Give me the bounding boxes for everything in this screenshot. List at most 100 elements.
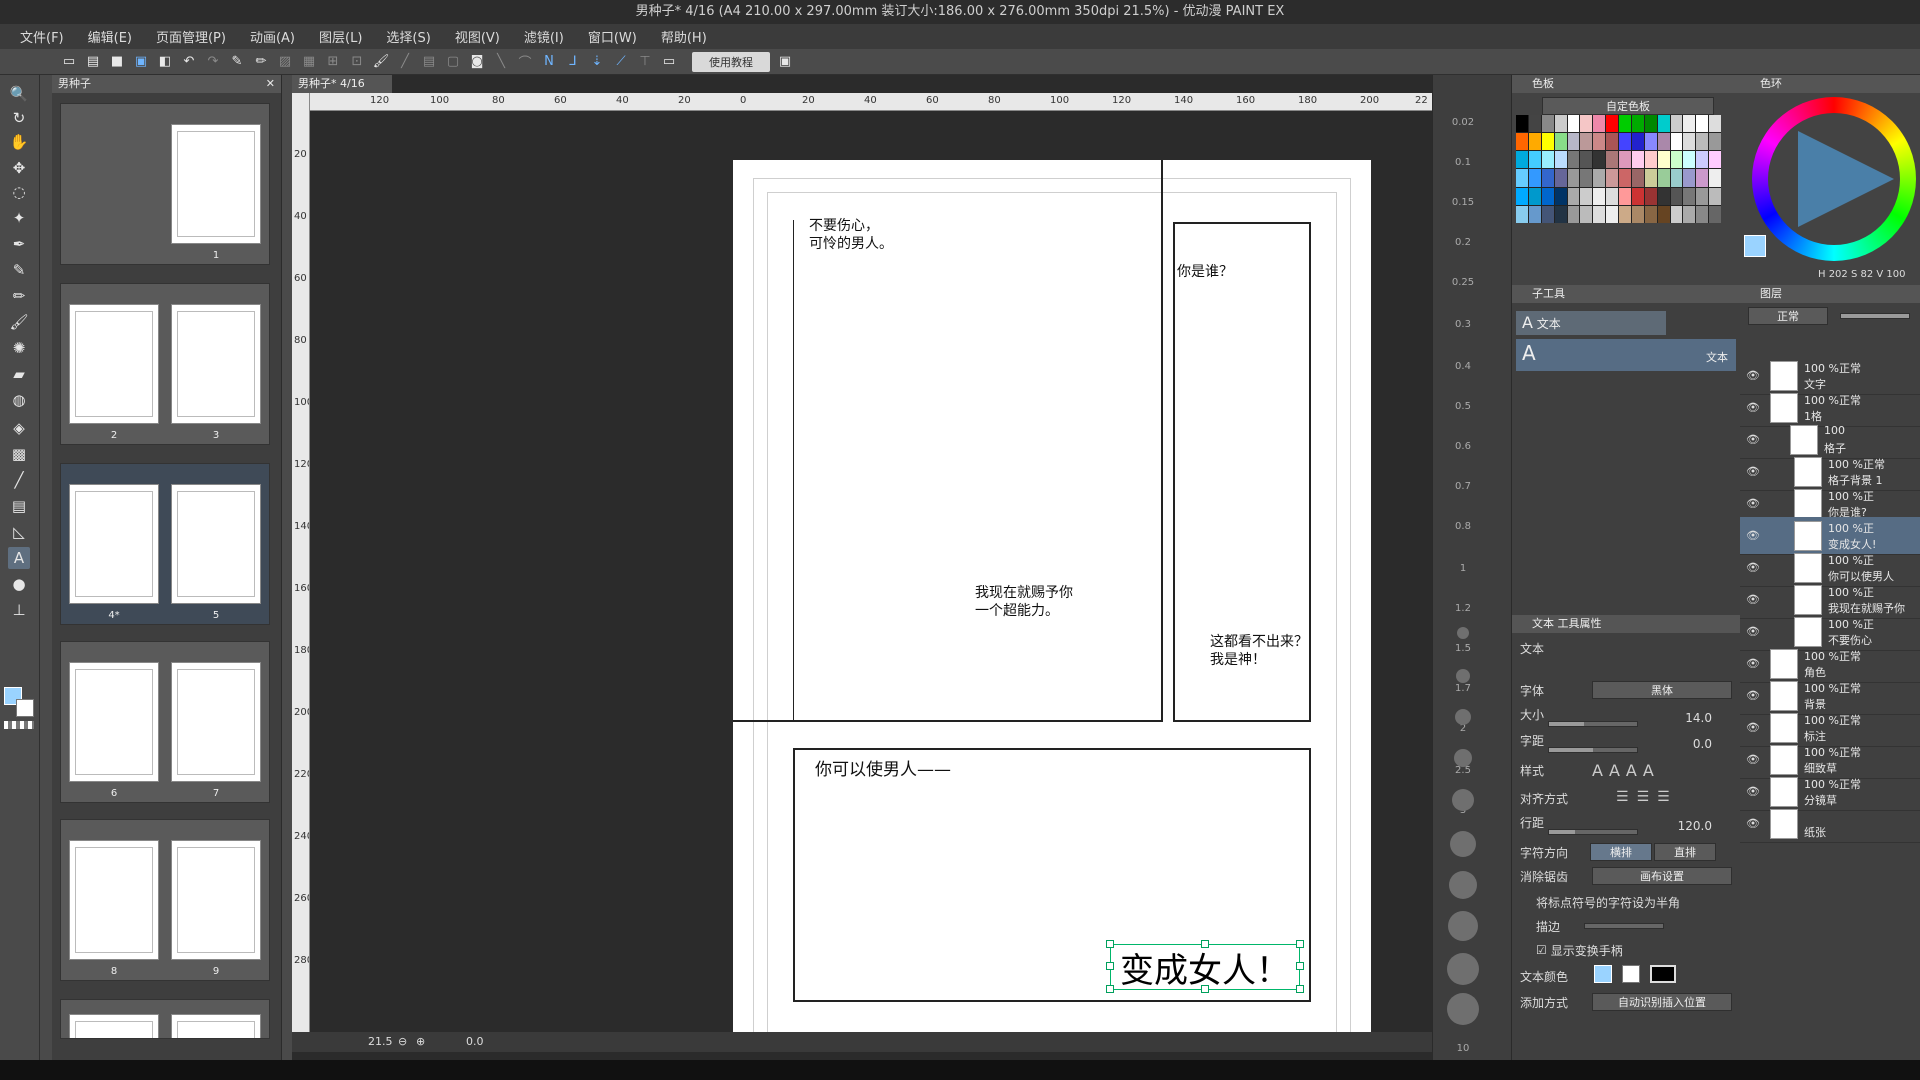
color-swatch[interactable]	[1528, 151, 1541, 169]
symmetry-icon[interactable]: ⊤	[636, 53, 654, 71]
menu-help[interactable]: 帮助(H)	[649, 27, 719, 46]
color-swatch[interactable]	[1567, 151, 1580, 169]
zoom-in-icon[interactable]: ⊕	[416, 1032, 425, 1052]
antialias-select[interactable]: 画布设置	[1592, 867, 1732, 885]
page-spread-4[interactable]: 6 7	[60, 641, 270, 803]
transform-handle[interactable]	[1296, 940, 1304, 948]
hue-ring[interactable]	[1752, 97, 1916, 261]
page-thumbnail[interactable]	[69, 1014, 159, 1038]
strike-icon[interactable]: A	[1643, 761, 1654, 780]
menu-window[interactable]: 窗口(W)	[576, 27, 649, 46]
color-swatch[interactable]	[1516, 187, 1528, 205]
brush-size-option[interactable]: 0.6	[1433, 441, 1493, 452]
menu-layer[interactable]: 图层(L)	[307, 27, 374, 46]
brush-tool-icon[interactable]: 🖌	[8, 311, 30, 333]
transform-handle[interactable]	[1296, 985, 1304, 993]
ruler-icon[interactable]: ╱	[396, 53, 414, 71]
snap-ruler-icon[interactable]: N	[540, 53, 558, 71]
color-swatch[interactable]	[1516, 115, 1528, 133]
color-swatch[interactable]	[1541, 205, 1554, 223]
visibility-eye-icon[interactable]: 👁	[1746, 689, 1760, 703]
transform-handle[interactable]	[1201, 985, 1209, 993]
correction-tool-icon[interactable]: ⊥	[8, 599, 30, 621]
perspective-icon[interactable]: ⟋	[612, 53, 630, 71]
blend-mode-select[interactable]: 正常	[1748, 307, 1828, 325]
color-swatch[interactable]	[1683, 133, 1696, 151]
hand-tool-icon[interactable]: ✋	[8, 131, 30, 153]
lasso-tool-icon[interactable]: ◌	[8, 181, 30, 203]
insert-mode-select[interactable]: 自动识别插入位置	[1592, 993, 1732, 1011]
color-swatch[interactable]	[1683, 115, 1696, 133]
dialogue-text[interactable]: 我现在就赐予你 一个超能力。	[975, 584, 1073, 620]
color-swatch[interactable]	[1567, 187, 1580, 205]
color-swatch[interactable]	[1657, 205, 1670, 223]
direction-horizontal-button[interactable]: 横排	[1590, 843, 1652, 861]
menu-edit[interactable]: 编辑(E)	[76, 27, 144, 46]
color-swatch[interactable]	[1631, 205, 1644, 223]
dialogue-text[interactable]: 这都看不出来？ 我是神！	[1210, 633, 1308, 669]
user-color-button[interactable]	[1650, 965, 1676, 983]
brush-icon[interactable]: 🖌	[372, 53, 390, 71]
color-swatch[interactable]	[1541, 187, 1554, 205]
crop-icon[interactable]: ⊡	[348, 53, 366, 71]
brush-size-option[interactable]: 0.15	[1433, 197, 1493, 208]
color-swatch[interactable]	[1606, 151, 1618, 169]
visibility-eye-icon[interactable]: 👁	[1746, 593, 1760, 607]
page-thumbnail[interactable]	[69, 484, 159, 604]
outline-slider[interactable]	[1584, 923, 1664, 929]
manga-page[interactable]: 不要伤心， 可怜的男人。 你是谁？ 我现在就赐予你 一个超能力。 这都看不出来？…	[733, 160, 1371, 1042]
sub-color-button[interactable]	[1622, 965, 1640, 983]
color-swatch[interactable]	[1580, 115, 1593, 133]
gradient-tool-icon[interactable]: ▩	[8, 443, 30, 465]
balloon-tool-icon[interactable]: ●	[8, 573, 30, 595]
halfwidth-punct-checkbox[interactable]: 将标点符号的字符设为半角	[1536, 891, 1732, 913]
figure-tool-icon[interactable]: ╱	[8, 469, 30, 491]
pencil-tool-icon[interactable]: ✏	[8, 285, 30, 307]
cloud-icon[interactable]: ◧	[156, 53, 174, 71]
visibility-eye-icon[interactable]: 👁	[1746, 433, 1760, 447]
brush-size-option[interactable]: 0.4	[1433, 361, 1493, 372]
dialogue-text[interactable]: 你可以使男人——	[815, 761, 951, 779]
page-spread-5[interactable]: 8 9	[60, 819, 270, 981]
transparent-color-swatch[interactable]	[4, 721, 34, 729]
transform-handle[interactable]	[1106, 940, 1114, 948]
visibility-eye-icon[interactable]: 👁	[1746, 401, 1760, 415]
color-swatch[interactable]	[1516, 169, 1528, 187]
color-swatch[interactable]	[1554, 151, 1567, 169]
page-thumbnail[interactable]	[171, 304, 261, 424]
dialogue-text[interactable]: 不要伤心， 可怜的男人。	[809, 217, 893, 253]
color-swatch[interactable]	[1606, 133, 1618, 151]
color-swatch[interactable]	[1670, 205, 1683, 223]
fill-tool-icon[interactable]: ◈	[8, 417, 30, 439]
page-manager-tab[interactable]: 男种子 ✕	[52, 75, 281, 93]
color-swatch[interactable]	[1593, 205, 1606, 223]
page-thumbnail[interactable]	[69, 840, 159, 960]
color-swatch[interactable]	[1670, 133, 1683, 151]
fill-icon[interactable]: ▦	[300, 53, 318, 71]
align-right-icon[interactable]: ☰	[1657, 789, 1670, 805]
color-swatch[interactable]	[1709, 169, 1721, 187]
color-swatch[interactable]	[1657, 151, 1670, 169]
layer-tab[interactable]: 图层	[1740, 285, 1920, 303]
color-swatch[interactable]	[1670, 151, 1683, 169]
bold-icon[interactable]: A	[1592, 761, 1603, 780]
subtool-item-text[interactable]: A 文本	[1516, 339, 1736, 371]
color-swatch[interactable]	[1580, 205, 1593, 223]
color-swatch[interactable]	[1606, 187, 1618, 205]
layer-row[interactable]: 👁 纸张	[1740, 805, 1920, 843]
visibility-eye-icon[interactable]: 👁	[1746, 561, 1760, 575]
color-swatch[interactable]	[1580, 133, 1593, 151]
page-thumbnail[interactable]	[69, 662, 159, 782]
move-tool-icon[interactable]: ✥	[8, 157, 30, 179]
tutorial-button[interactable]: 使用教程	[692, 51, 770, 72]
visibility-eye-icon[interactable]: 👁	[1746, 529, 1760, 543]
display-icon[interactable]: ▭	[660, 53, 678, 71]
color-swatch[interactable]	[1631, 169, 1644, 187]
line-icon[interactable]: ╲	[492, 53, 510, 71]
color-swatch[interactable]	[1644, 187, 1657, 205]
color-swatch[interactable]	[1528, 169, 1541, 187]
line-spacing-value[interactable]: 120.0	[1652, 815, 1712, 837]
color-swatch[interactable]	[1606, 115, 1618, 133]
page-thumbnail[interactable]	[171, 1014, 261, 1038]
snap-grid-icon[interactable]: ⇣	[588, 53, 606, 71]
